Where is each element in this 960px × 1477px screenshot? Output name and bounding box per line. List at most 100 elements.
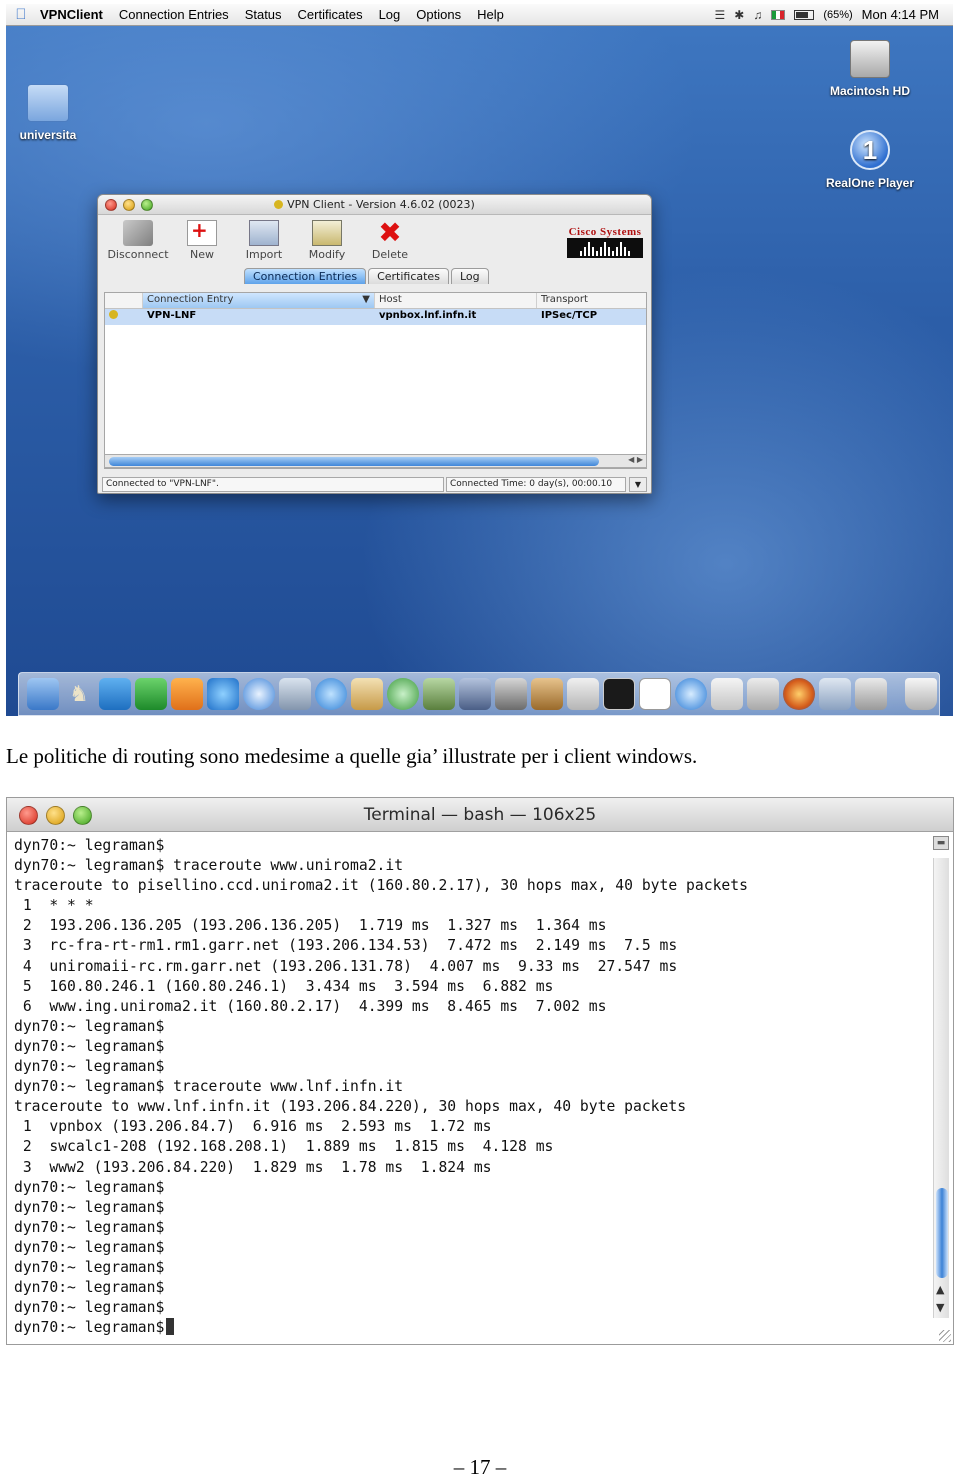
menu-status[interactable]: Status xyxy=(237,7,290,22)
ical-icon[interactable] xyxy=(639,678,671,710)
yahoo-icon[interactable] xyxy=(135,678,167,710)
status-column-header[interactable] xyxy=(105,293,143,308)
table-row[interactable]: VPN-LNF vpnbox.lnf.infn.it IPSec/TCP xyxy=(105,309,646,325)
scroll-arrows-icon[interactable]: ◀ ▶ xyxy=(628,455,643,464)
safari-icon[interactable] xyxy=(243,678,275,710)
zoom-button[interactable] xyxy=(141,199,153,211)
menu-connection-entries[interactable]: Connection Entries xyxy=(111,7,237,22)
caption-text: Le politiche di routing sono medesime a … xyxy=(6,744,698,768)
terminal-line: 1 * * * xyxy=(14,897,94,915)
scroll-up-arrow-icon[interactable]: ▲ xyxy=(936,1283,944,1296)
trash-icon[interactable] xyxy=(905,678,937,710)
menu-app-name[interactable]: VPNClient xyxy=(36,7,111,22)
disconnect-button[interactable]: Disconnect xyxy=(104,220,172,261)
vertical-scrollbar[interactable]: ▲ ▼ xyxy=(933,858,949,1318)
cisco-logo: Cisco Systems xyxy=(567,226,643,258)
wifi-icon[interactable]: ☰ xyxy=(715,8,726,22)
row-host: vpnbox.lnf.infn.it xyxy=(379,310,477,321)
terminal-line: traceroute to www.lnf.infn.it (193.206.8… xyxy=(14,1098,687,1116)
scrollbar-thumb[interactable] xyxy=(109,457,599,466)
tab-certificates[interactable]: Certificates xyxy=(368,268,449,284)
resize-grip-icon[interactable] xyxy=(939,1330,951,1342)
modify-icon xyxy=(312,220,342,246)
new-button[interactable]: New xyxy=(184,218,220,261)
terminal-line: dyn70:~ legraman$ traceroute www.lnf.inf… xyxy=(14,1078,404,1096)
minimize-button[interactable] xyxy=(46,806,65,825)
language-flag-icon[interactable] xyxy=(771,9,786,20)
menu-options[interactable]: Options xyxy=(408,7,469,22)
system-prefs-icon[interactable] xyxy=(711,678,743,710)
terminal-line: 2 swcalc1-208 (192.168.208.1) 1.889 ms 1… xyxy=(14,1138,554,1156)
column-header-transport[interactable]: Transport xyxy=(537,293,646,308)
idvd-icon[interactable] xyxy=(495,678,527,710)
delete-button[interactable]: ✖ Delete xyxy=(370,216,410,262)
firefox-icon[interactable] xyxy=(783,678,815,710)
tab-log[interactable]: Log xyxy=(450,268,489,284)
menu-help[interactable]: Help xyxy=(469,7,512,22)
ichat-icon[interactable] xyxy=(315,678,347,710)
menu-certificates[interactable]: Certificates xyxy=(290,7,371,22)
scroll-down-arrow-icon[interactable]: ▼ xyxy=(936,1301,944,1314)
close-button[interactable] xyxy=(105,199,117,211)
sort-arrow-icon: ▼ xyxy=(362,294,370,305)
terminal-line: dyn70:~ legraman$ xyxy=(14,1258,165,1276)
terminal-line: dyn70:~ legraman$ xyxy=(14,1279,165,1297)
scrollbar-thumb[interactable] xyxy=(936,1188,948,1278)
split-view-icon[interactable]: ▬ xyxy=(933,836,949,850)
import-icon xyxy=(249,220,279,246)
calculator-icon[interactable] xyxy=(567,678,599,710)
close-button[interactable] xyxy=(19,806,38,825)
horizontal-scrollbar[interactable]: ◀ ▶ xyxy=(104,454,647,468)
desktop-hard-disk[interactable]: Macintosh HD xyxy=(822,40,918,98)
minimize-button[interactable] xyxy=(123,199,135,211)
iphoto-icon[interactable] xyxy=(423,678,455,710)
delete-icon: ✖ xyxy=(378,216,402,249)
connected-lock-icon xyxy=(109,310,118,319)
folder-label: universita xyxy=(19,128,77,142)
preview-icon[interactable] xyxy=(279,678,311,710)
menu-clock[interactable]: Mon 4:14 PM xyxy=(862,7,939,22)
folder-icon xyxy=(27,84,69,122)
printer-icon[interactable] xyxy=(747,678,779,710)
finder-icon[interactable] xyxy=(27,678,59,710)
chess-icon[interactable]: ♞ xyxy=(63,678,95,710)
ie-icon[interactable] xyxy=(207,678,239,710)
wi-icon[interactable] xyxy=(99,678,131,710)
terminal-line: 3 rc-fra-rt-rm1.rm1.garr.net (193.206.13… xyxy=(14,937,678,955)
desktop-realone-player[interactable]: 1 RealOne Player xyxy=(818,130,922,190)
tab-connection-entries[interactable]: Connection Entries xyxy=(244,268,367,284)
zoom-button[interactable] xyxy=(73,806,92,825)
vpn-icon[interactable] xyxy=(819,678,851,710)
column-header-connection-entry[interactable]: Connection Entry ▼ xyxy=(143,293,375,308)
column-header-host[interactable]: Host xyxy=(375,293,537,308)
quicktime-icon[interactable] xyxy=(675,678,707,710)
text-cursor xyxy=(166,1318,175,1336)
terminal-output[interactable]: dyn70:~ legraman$ dyn70:~ legraman$ trace… xyxy=(14,836,926,1338)
imovie-icon[interactable] xyxy=(459,678,491,710)
terminal-line: dyn70:~ legraman$ xyxy=(14,1198,165,1216)
import-label: Import xyxy=(245,248,283,261)
apple-menu-icon[interactable]:  xyxy=(6,6,36,23)
itunes-icon[interactable] xyxy=(387,678,419,710)
volume-icon[interactable]: ♫ xyxy=(753,8,762,22)
modify-button[interactable]: Modify xyxy=(306,220,348,261)
table-header: Connection Entry ▼ Host Transport xyxy=(105,293,646,309)
garageband-icon[interactable] xyxy=(531,678,563,710)
p-icon[interactable] xyxy=(171,678,203,710)
mail-icon[interactable] xyxy=(351,678,383,710)
status-dropdown-icon[interactable]: ▼ xyxy=(629,477,647,492)
terminal-line: 4 uniromaii-rc.rm.garr.net (193.206.131.… xyxy=(14,957,678,975)
import-button[interactable]: Import xyxy=(244,220,284,261)
menu-log[interactable]: Log xyxy=(371,7,409,22)
dock: ♞ xyxy=(18,672,940,716)
battery-icon[interactable] xyxy=(794,9,815,20)
network-icon[interactable] xyxy=(855,678,887,710)
modify-label: Modify xyxy=(308,248,346,261)
bluetooth-icon[interactable]: ✱ xyxy=(734,8,744,22)
delete-label: Delete xyxy=(371,248,409,261)
terminal-title-bar[interactable]: Terminal — bash — 106x25 xyxy=(7,798,953,832)
disconnect-label: Disconnect xyxy=(107,248,169,261)
vpn-title-bar[interactable]: VPN Client - Version 4.6.02 (0023) xyxy=(98,195,651,215)
desktop-folder-universita[interactable]: universita xyxy=(16,84,80,142)
terminal-icon[interactable] xyxy=(603,678,635,710)
